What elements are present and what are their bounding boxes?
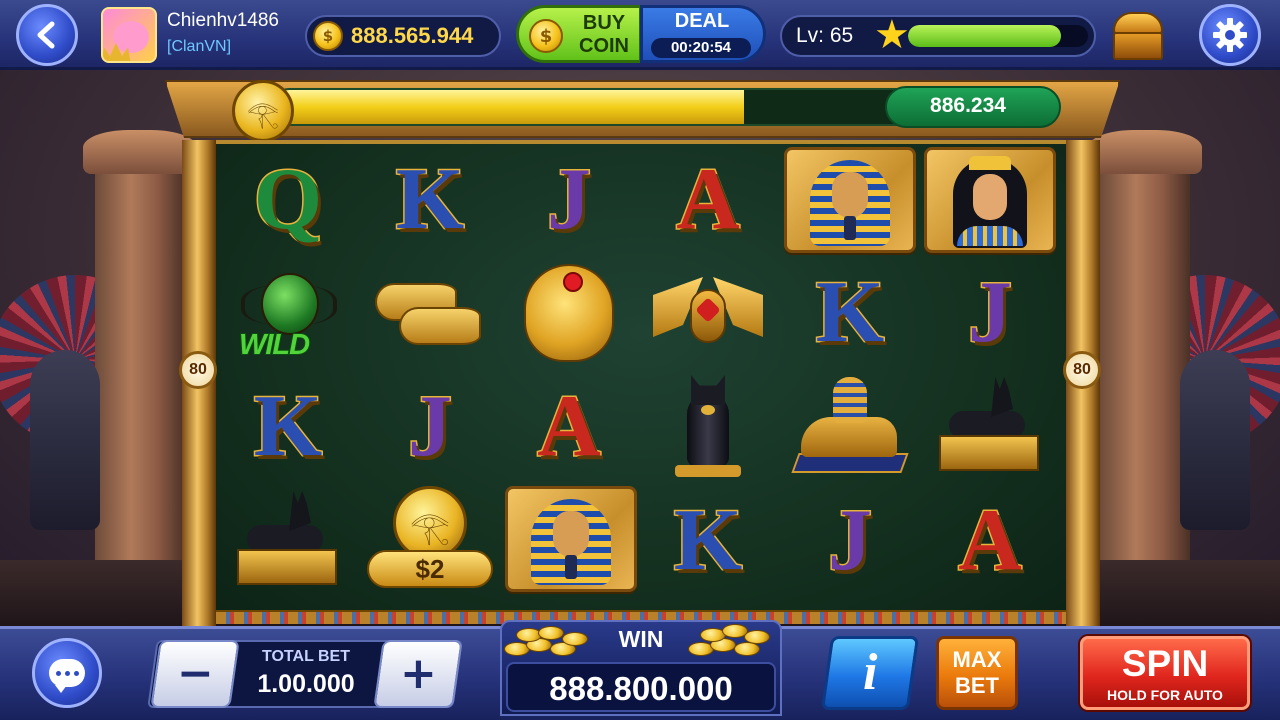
spin-button[interactable]: SPIN HOLD FOR AUTO xyxy=(1080,636,1250,710)
coin-pile-left xyxy=(500,620,596,660)
anubis-icon xyxy=(233,491,343,591)
reel-symbol-winged-scarab xyxy=(642,258,774,368)
reel-symbol-j: J xyxy=(827,492,874,589)
level-progress-fill xyxy=(908,25,1061,47)
max-bet-label-line2: BET xyxy=(955,673,999,698)
reel-symbol-k: K xyxy=(394,151,465,248)
queen-icon xyxy=(949,152,1031,248)
reel-symbol-cat xyxy=(642,372,774,482)
winged-scarab-icon xyxy=(653,263,763,363)
reel-symbol-a: A xyxy=(675,151,742,248)
reel-symbol-anubis xyxy=(222,486,354,596)
reel-symbol-q: Q xyxy=(252,151,323,248)
info-button[interactable]: i xyxy=(820,636,920,710)
coin-icon: $ xyxy=(529,19,563,53)
settings-gear-icon xyxy=(1213,18,1247,52)
treasure-chest-box xyxy=(1113,32,1163,60)
reel-symbol-wild: WILD xyxy=(222,258,354,368)
wild-scarab-icon: WILD xyxy=(233,263,343,363)
sandals-icon xyxy=(375,273,485,353)
slot-game-screen: Chienhv1486 [ClanVN] $ 888.565.944 $ BUY… xyxy=(0,0,1280,720)
settings-button[interactable] xyxy=(1199,4,1261,66)
decrease-bet-button[interactable]: − xyxy=(150,640,240,708)
level-pill: Lv: 65 ★ xyxy=(780,12,1096,58)
spin-hold-hint: HOLD FOR AUTO xyxy=(1107,687,1223,703)
plus-icon: + xyxy=(399,648,437,699)
temple-pillar-right xyxy=(1088,130,1202,620)
cat-statue-right xyxy=(1180,350,1250,530)
anubis-icon xyxy=(935,377,1045,477)
wild-label: WILD xyxy=(238,328,311,362)
reel-symbol-a: A xyxy=(957,492,1024,589)
back-arrow-icon xyxy=(37,21,55,49)
coin-balance-pill: $ 888.565.944 xyxy=(305,15,501,57)
reel-symbol-sphinx xyxy=(784,372,916,482)
black-cat-icon xyxy=(673,375,743,479)
info-icon: i xyxy=(862,644,878,701)
win-value: 888.800.000 xyxy=(549,670,733,707)
sphinx-icon xyxy=(791,377,909,477)
pharaoh-icon xyxy=(810,152,890,248)
reel-symbol-sandals xyxy=(364,258,496,368)
treasure-chest-button[interactable] xyxy=(1110,6,1166,62)
reel-symbol-queen xyxy=(924,147,1056,253)
coin-balance: 888.565.944 xyxy=(351,23,474,48)
avatar-character xyxy=(113,21,149,53)
coin-prize-icon: 𓂀 $2 xyxy=(365,486,495,596)
jackpot-progress-fill xyxy=(272,90,744,124)
buy-coin-label-line1: BUY xyxy=(582,12,626,34)
level-progress-bar xyxy=(908,25,1088,47)
reel-symbol-pharaoh xyxy=(505,486,637,592)
reel-symbol-a: A xyxy=(536,378,603,475)
reel-symbol-k: K xyxy=(672,492,743,589)
treasure-chest-icon xyxy=(1113,12,1163,34)
chat-bubble-icon xyxy=(49,659,85,693)
reel-symbol-coin-prize: 𓂀 $2 xyxy=(364,486,496,596)
total-bet-value: 1.00.000 xyxy=(257,670,355,698)
win-label: WIN xyxy=(618,626,664,652)
deal-timer: 00:20:54 xyxy=(651,38,751,58)
buy-coin-label: BUY COIN xyxy=(571,12,637,58)
reel-symbol-j: J xyxy=(967,264,1014,361)
max-bet-button[interactable]: MAX BET xyxy=(936,636,1018,710)
jackpot-value: 886.234 xyxy=(930,94,1006,117)
avatar[interactable] xyxy=(101,7,157,63)
reel-symbol-golden-scarab xyxy=(503,258,635,368)
coin-icon: $ xyxy=(313,21,343,51)
deal-label: DEAL xyxy=(674,10,730,32)
coin-pile-right xyxy=(680,620,776,660)
star-icon: ★ xyxy=(874,12,910,58)
paylines-badge-right: 80 xyxy=(1063,351,1101,389)
eye-of-horus-icon: 𓂀 xyxy=(232,80,294,142)
reel-symbol-anubis xyxy=(924,372,1056,482)
reel-symbol-j: J xyxy=(407,378,454,475)
back-button[interactable] xyxy=(16,4,78,66)
beetle-body xyxy=(261,273,319,335)
increase-bet-button[interactable]: + xyxy=(373,640,463,708)
minus-icon: − xyxy=(176,648,214,699)
eye-of-horus-icon: 𓂀 xyxy=(393,486,467,560)
reel-symbol-pharaoh xyxy=(784,147,916,253)
coin-prize-value: $2 xyxy=(367,550,493,588)
reel-symbol-k: K xyxy=(252,378,323,475)
spin-label: SPIN xyxy=(1121,643,1209,684)
player-name: Chienhv1486 xyxy=(167,10,279,31)
reel-symbol-j: J xyxy=(546,151,593,248)
pharaoh-icon xyxy=(531,491,611,587)
max-bet-label-line1: MAX xyxy=(952,647,1002,672)
temple-pillar-left xyxy=(83,130,197,620)
player-clan[interactable]: [ClanVN] xyxy=(167,38,231,56)
deal-button[interactable]: DEAL 00:20:54 xyxy=(640,5,766,63)
paylines-badge-left: 80 xyxy=(179,351,217,389)
total-bet-label: TOTAL BET xyxy=(262,648,350,665)
level-text: Lv: 65 xyxy=(796,24,854,47)
chat-button[interactable] xyxy=(32,638,102,708)
golden-scarab-icon xyxy=(524,264,614,362)
cat-statue-left xyxy=(30,350,100,530)
buy-coin-label-line2: COIN xyxy=(579,35,629,57)
reel-symbol-k: K xyxy=(814,264,885,361)
buy-coin-button[interactable]: $ BUY COIN xyxy=(516,5,642,63)
